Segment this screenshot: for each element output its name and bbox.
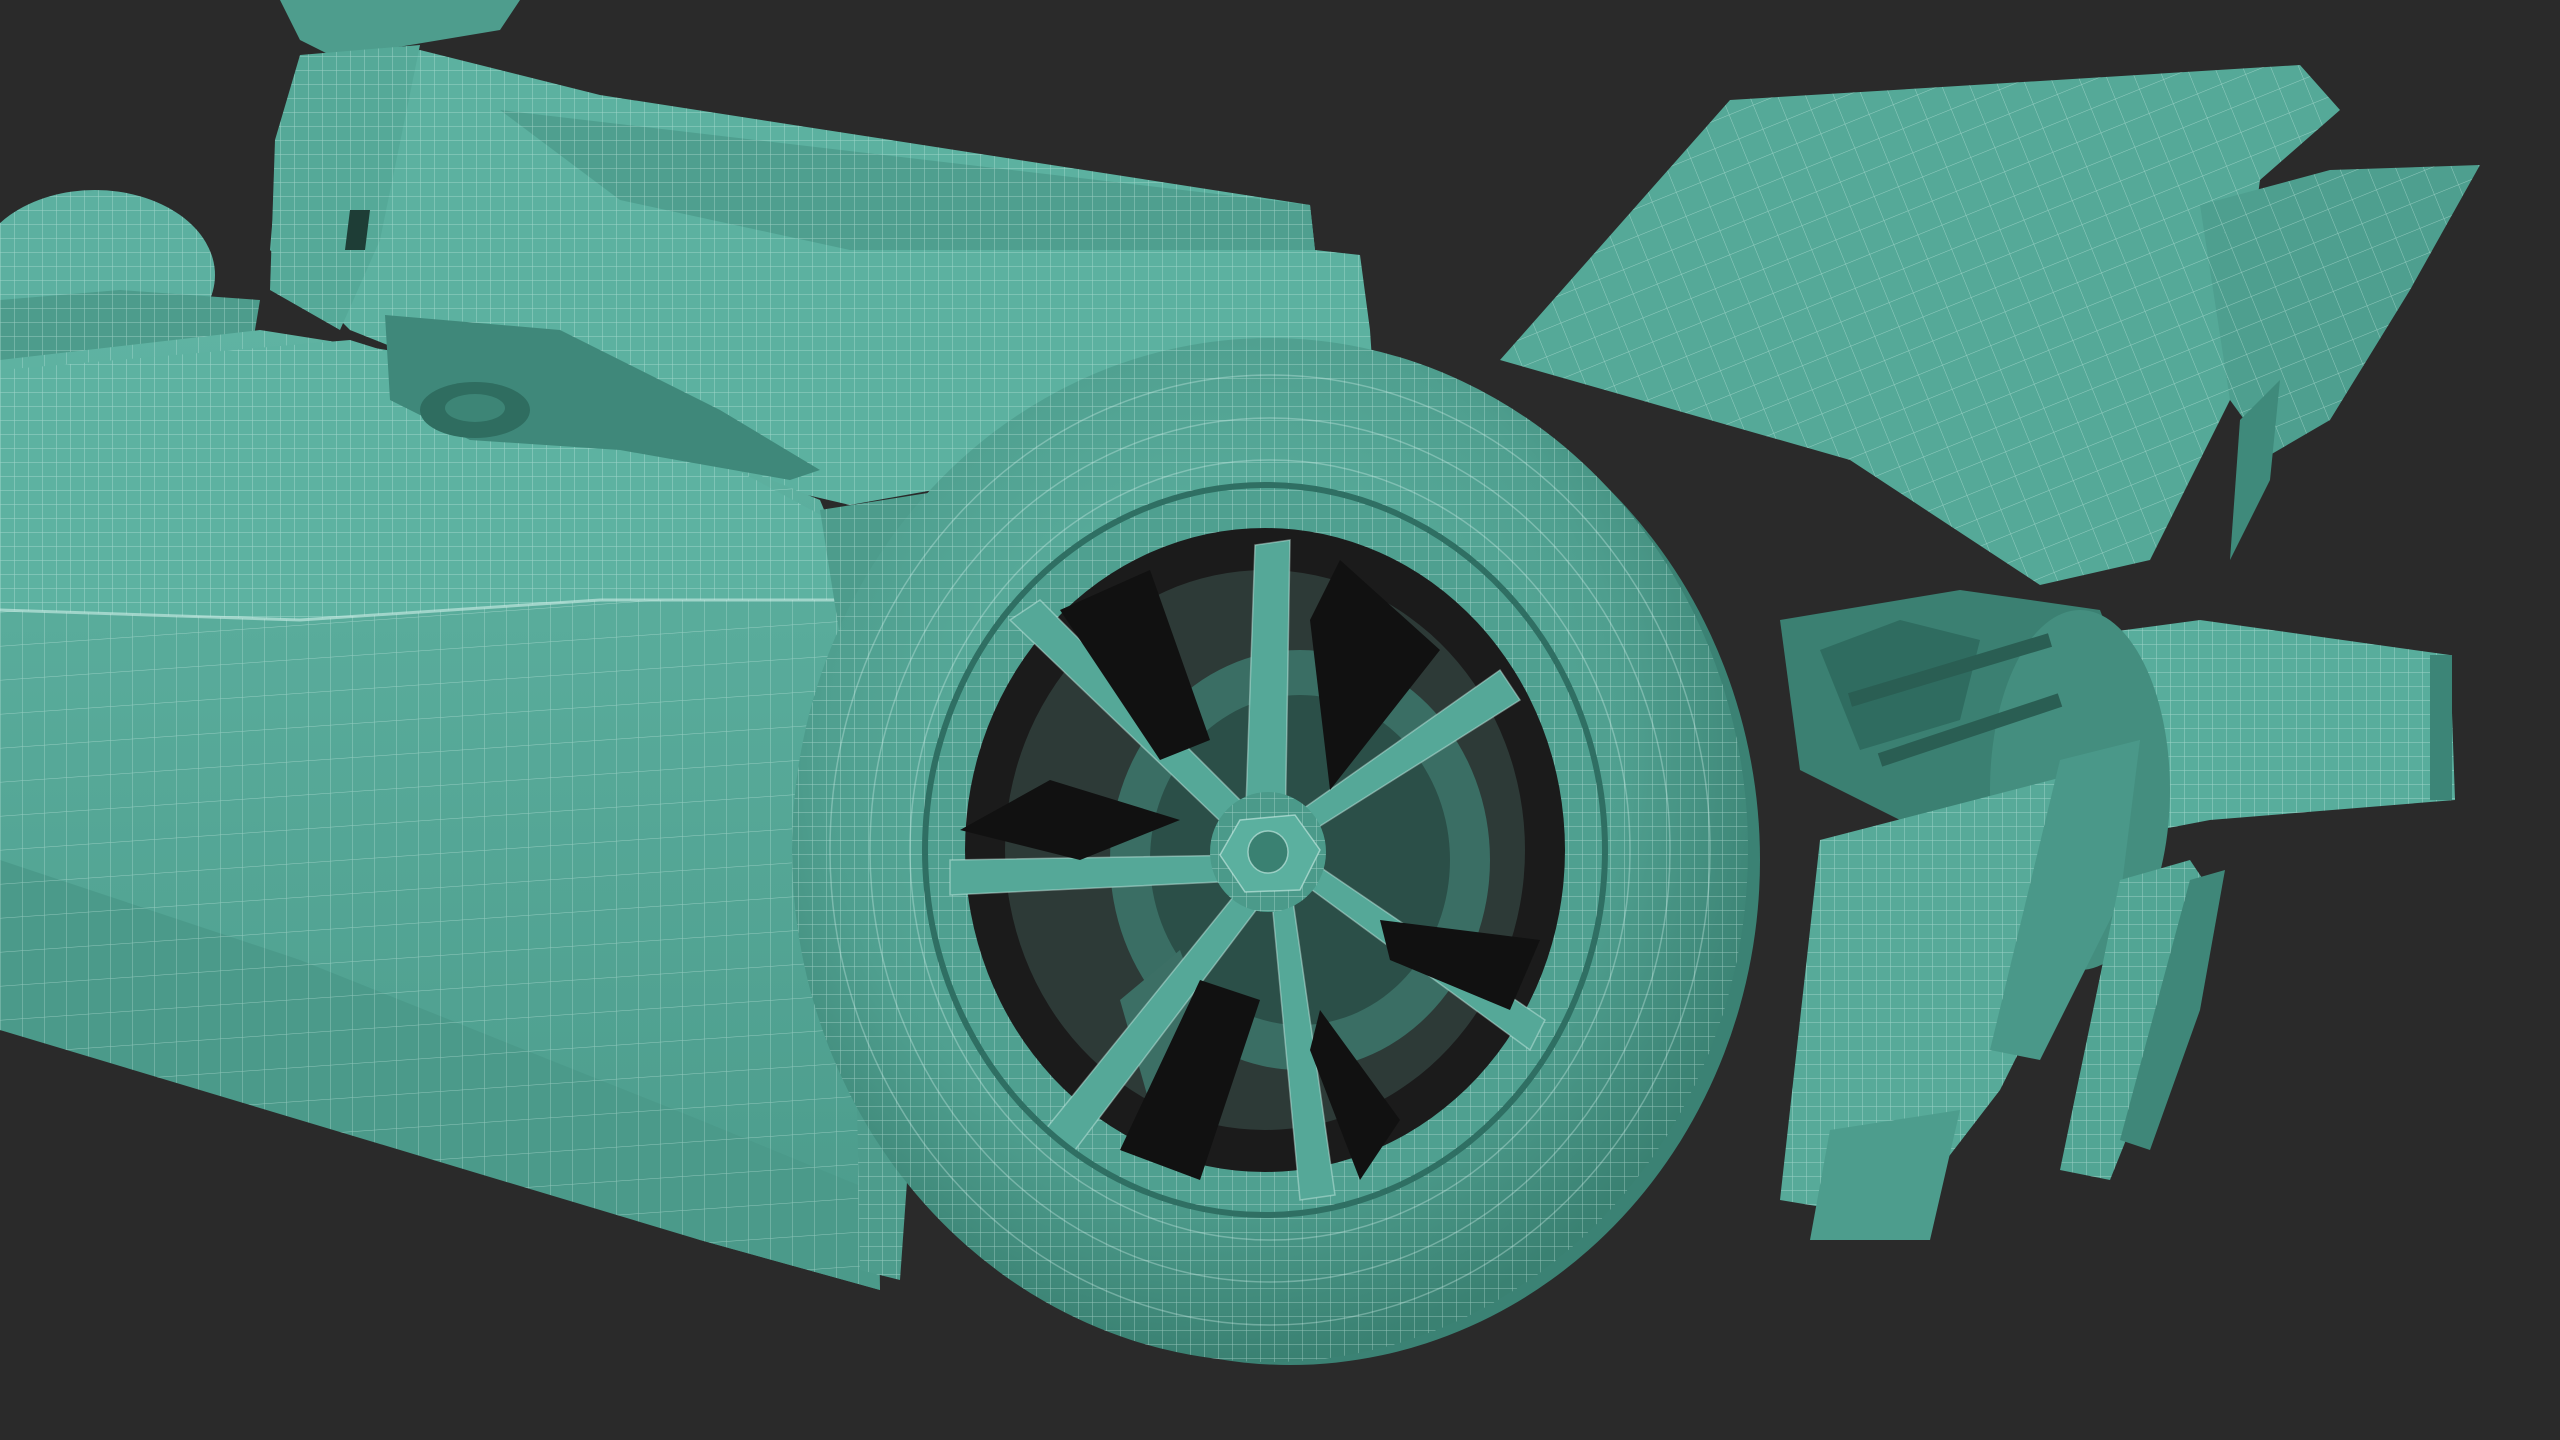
wheel-hub: [1210, 792, 1326, 912]
wireframe-render: [0, 0, 2560, 1440]
render-viewport: [0, 0, 2560, 1440]
